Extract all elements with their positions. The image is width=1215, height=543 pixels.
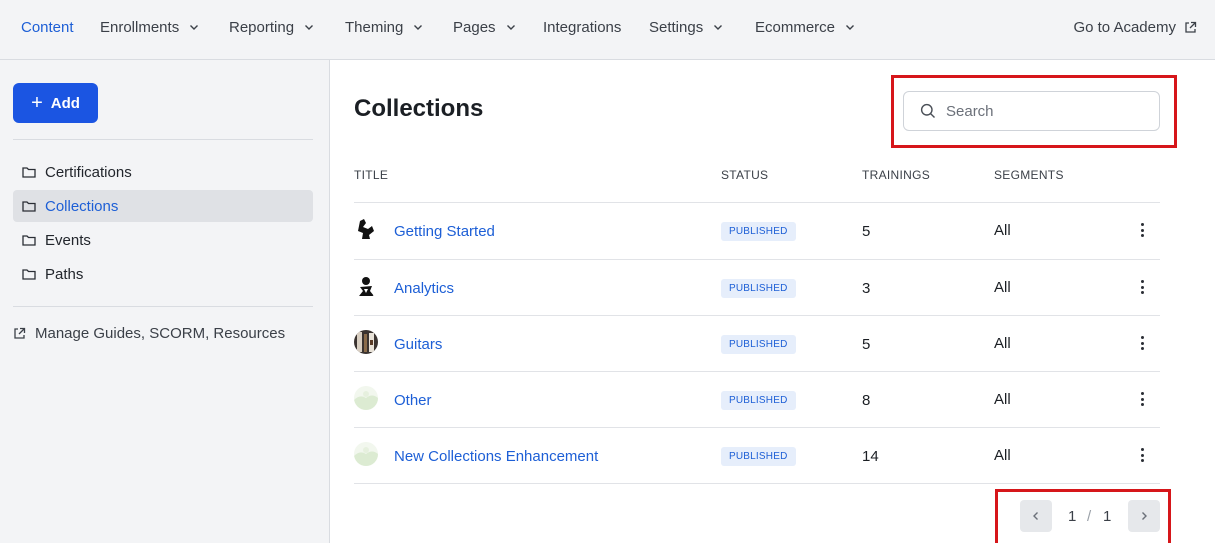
trainings-count: 5 [862,336,871,353]
collection-thumbnail [354,274,378,298]
external-link-icon [1185,21,1197,33]
sidebar-divider [13,306,313,307]
nav-reporting[interactable]: Reporting [229,0,314,54]
sidebar-item-certifications[interactable]: Certifications [13,156,313,188]
chevron-down-icon [506,25,515,30]
top-navigation: Content Enrollments Reporting Theming Pa… [0,0,1215,60]
nav-settings[interactable]: Settings [649,0,723,54]
collection-thumbnail [354,217,378,241]
table-row: Getting Started PUBLISHED 5 All [354,203,1160,259]
go-to-academy-link[interactable]: Go to Academy [1073,0,1197,54]
sidebar-item-label: Events [45,231,91,249]
trainings-count: 3 [862,280,871,297]
sidebar-divider [13,139,313,140]
table-row: Analytics PUBLISHED 3 All [354,260,1160,316]
sidebar-item-events[interactable]: Events [13,224,313,256]
chevron-down-icon [305,25,314,30]
column-header-trainings[interactable]: TRAININGS [862,168,930,182]
trainings-count: 8 [862,392,871,409]
sidebar-item-collections[interactable]: Collections [13,190,313,222]
segments-value: All [994,391,1011,408]
folder-icon [22,269,36,280]
more-options-icon[interactable] [1138,221,1146,239]
nav-enrollments[interactable]: Enrollments [100,0,199,54]
sidebar-item-label: Paths [45,265,84,283]
sidebar-item-label: Certifications [45,163,132,181]
manage-guides-link[interactable]: Manage Guides, SCORM, Resources [13,325,285,342]
external-link-icon [14,327,26,339]
column-header-segments[interactable]: SEGMENTS [994,168,1064,182]
column-header-status[interactable]: STATUS [721,168,768,182]
more-options-icon[interactable] [1138,390,1146,408]
nav-integrations-label: Integrations [543,18,622,36]
go-to-academy-label: Go to Academy [1073,18,1176,36]
trainings-count: 5 [862,223,871,240]
pagination-highlight-box [995,489,1171,543]
status-badge: PUBLISHED [721,335,796,354]
collection-thumbnail [354,386,378,410]
chevron-down-icon [414,25,423,30]
collection-title-link[interactable]: New Collections Enhancement [394,448,598,465]
nav-settings-label: Settings [649,18,704,36]
status-badge: PUBLISHED [721,222,796,241]
more-options-icon[interactable] [1138,446,1146,464]
status-badge: PUBLISHED [721,447,796,466]
search-highlight-box [891,75,1177,148]
nav-ecommerce-label: Ecommerce [755,18,836,36]
chevron-down-icon [846,25,855,30]
sidebar: + Add Certifications Collections Events … [0,60,330,543]
chevron-down-icon [190,25,199,30]
nav-pages[interactable]: Pages [453,0,516,54]
nav-integrations[interactable]: Integrations [543,0,621,54]
folder-icon [22,201,36,212]
folder-icon [22,235,36,246]
more-options-icon[interactable] [1138,334,1146,352]
table-row: New Collections Enhancement PUBLISHED 14… [354,428,1160,484]
sidebar-item-paths[interactable]: Paths [13,258,313,290]
trainings-count: 14 [862,448,879,465]
collection-title-link[interactable]: Guitars [394,336,442,353]
nav-enrollments-label: Enrollments [100,18,180,36]
page-title: Collections [354,95,484,122]
nav-theming-label: Theming [345,18,404,36]
folder-icon [22,167,36,178]
nav-theming[interactable]: Theming [345,0,423,54]
collection-thumbnail [354,442,378,466]
collection-title-link[interactable]: Analytics [394,280,454,297]
nav-content[interactable]: Content [21,0,74,54]
nav-pages-label: Pages [453,18,496,36]
manage-guides-label: Manage Guides, SCORM, Resources [35,325,286,342]
more-options-icon[interactable] [1138,278,1146,296]
collection-thumbnail [354,330,378,354]
segments-value: All [994,279,1011,296]
table-row: Other PUBLISHED 8 All [354,372,1160,428]
collection-title-link[interactable]: Other [394,392,432,409]
sidebar-item-label: Collections [45,197,119,215]
add-button-label: Add [50,94,80,112]
status-badge: PUBLISHED [721,279,796,298]
segments-value: All [994,335,1011,352]
status-badge: PUBLISHED [721,391,796,410]
row-divider [354,483,1160,484]
nav-reporting-label: Reporting [229,18,295,36]
table-row: Guitars PUBLISHED 5 All [354,316,1160,372]
collection-title-link[interactable]: Getting Started [394,223,495,240]
add-button[interactable]: + Add [13,83,98,123]
nav-ecommerce[interactable]: Ecommerce [755,0,855,54]
nav-content-label: Content [21,18,74,36]
segments-value: All [994,222,1011,239]
plus-icon: + [31,92,43,114]
column-header-title[interactable]: TITLE [354,168,388,182]
segments-value: All [994,447,1011,464]
chevron-down-icon [714,25,723,30]
